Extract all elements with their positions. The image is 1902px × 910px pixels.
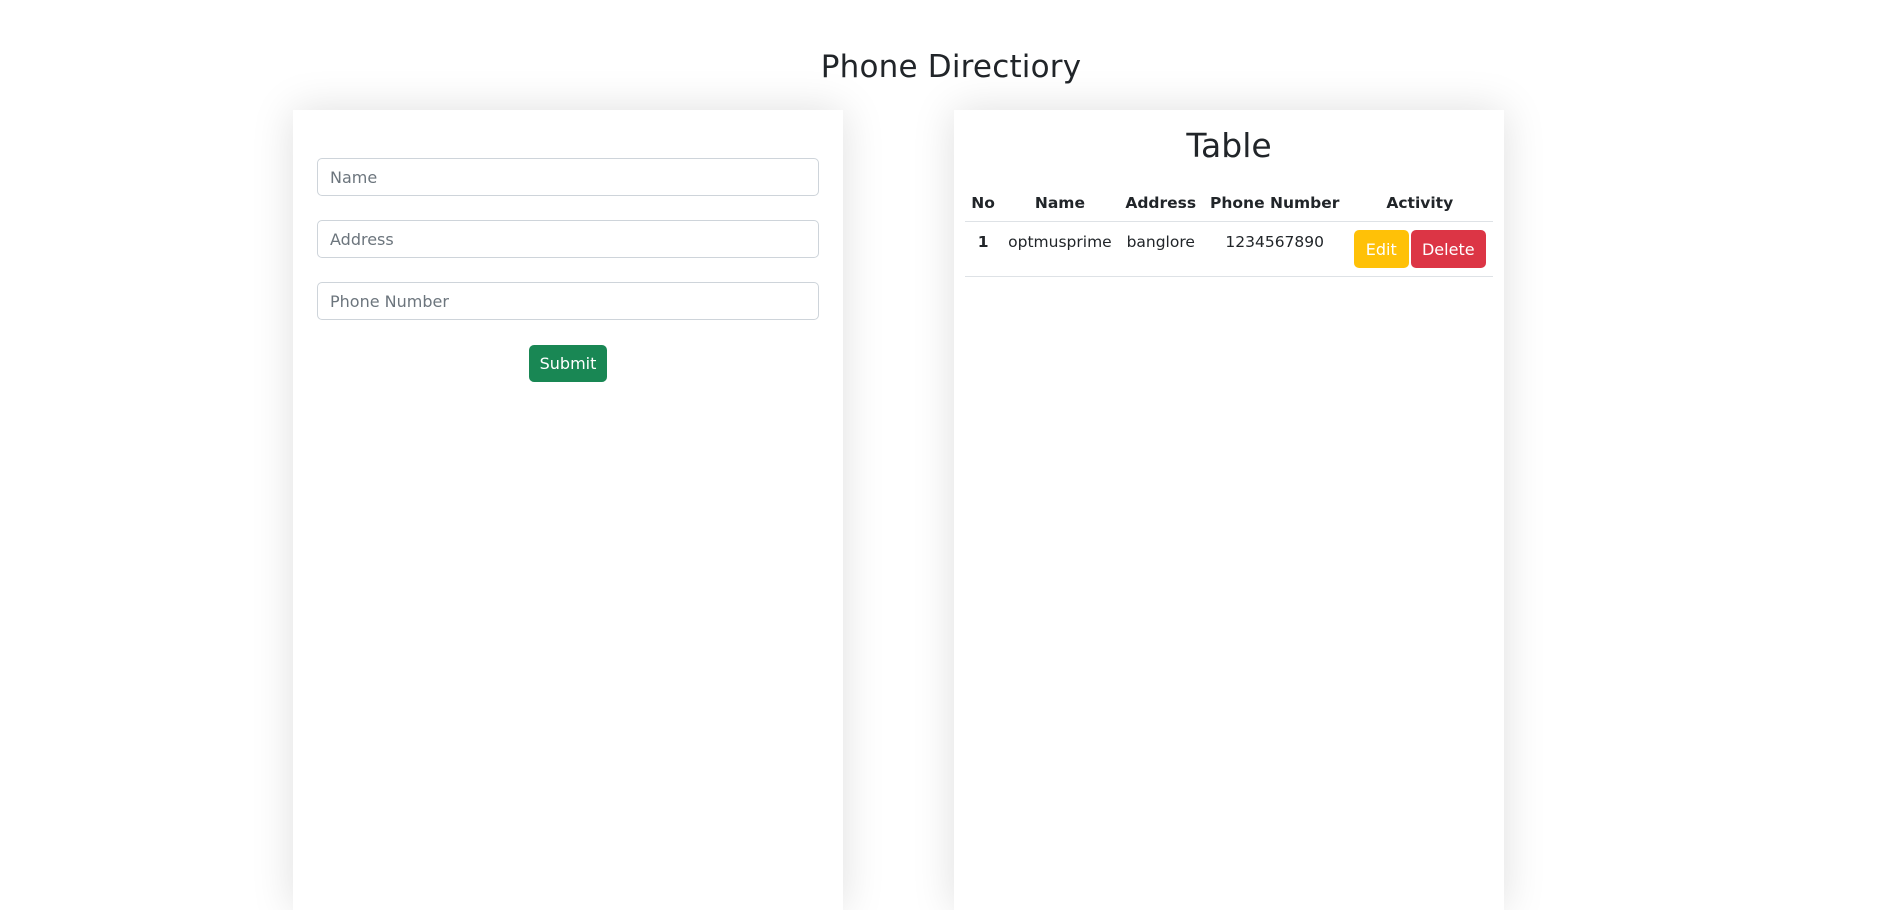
row-activity: Edit Delete (1346, 221, 1493, 277)
row-address: banglore (1118, 221, 1203, 277)
column-header-activity: Activity (1346, 185, 1493, 222)
column-header-address: Address (1118, 185, 1203, 222)
phone-number-input[interactable] (317, 282, 819, 320)
row-name: optmusprime (1001, 221, 1119, 277)
directory-table: No Name Address Phone Number Activity 1 … (965, 185, 1493, 277)
table-header-row: No Name Address Phone Number Activity (965, 185, 1493, 222)
form-card: Submit (293, 110, 843, 910)
table-title: Table (1186, 126, 1272, 165)
column-header-no: No (965, 185, 1002, 222)
row-number: 1 (965, 221, 1002, 277)
address-input[interactable] (317, 220, 819, 258)
delete-button[interactable]: Delete (1410, 230, 1486, 268)
column-header-phone-number: Phone Number (1202, 185, 1347, 222)
row-phone-number: 1234567890 (1202, 221, 1347, 277)
name-input[interactable] (317, 158, 819, 196)
submit-button[interactable]: Submit (529, 345, 607, 382)
edit-button[interactable]: Edit (1353, 230, 1409, 268)
table-row: 1 optmusprime banglore 1234567890 Edit De… (965, 221, 1493, 277)
table-card: Table No Name Address Phone Number Activ… (954, 110, 1504, 910)
page-title: Phone Directiory (820, 49, 1082, 85)
column-header-name: Name (1001, 185, 1119, 222)
